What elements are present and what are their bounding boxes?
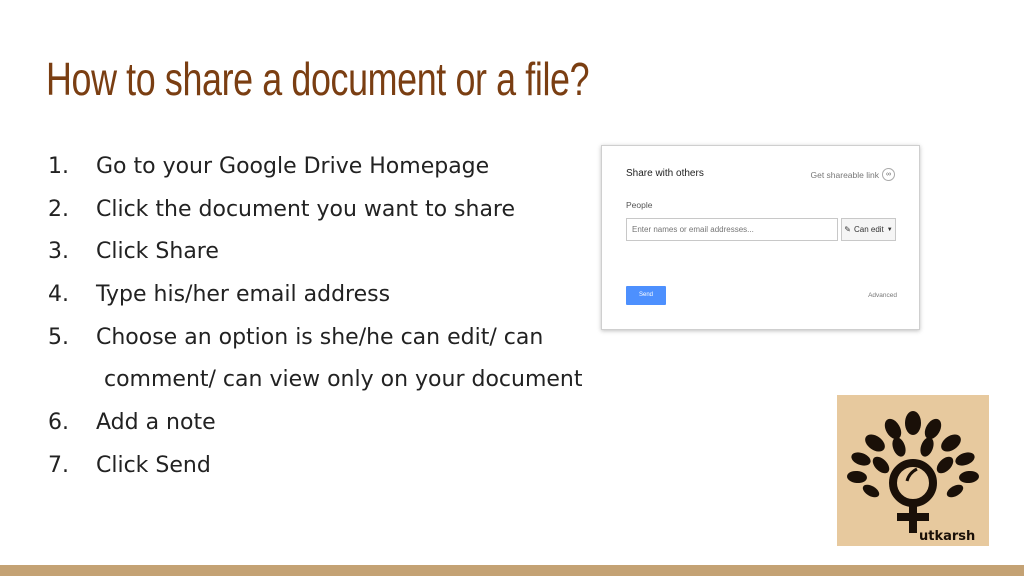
caret-down-icon: ▼ xyxy=(886,226,893,233)
permission-label: Can edit xyxy=(853,225,884,234)
share-dialog-screenshot: Share with others Get shareable link ∞ P… xyxy=(601,145,920,330)
people-label: People xyxy=(626,200,653,210)
advanced-link[interactable]: Advanced xyxy=(868,292,897,299)
shareable-link-button[interactable]: Get shareable link ∞ xyxy=(810,168,895,181)
list-item: 5. Choose an option is she/he can edit/ c… xyxy=(48,317,628,360)
step-text-continuation: comment/ can view only on your document xyxy=(104,367,583,393)
list-item-continuation: comment/ can view only on your document xyxy=(48,359,628,402)
list-item: 6. Add a note xyxy=(48,402,628,445)
pencil-icon: ✎ xyxy=(844,225,851,234)
footer-bar xyxy=(0,565,1024,576)
step-number: 3. xyxy=(48,239,69,265)
list-item: 7. Click Send xyxy=(48,445,628,488)
list-item: 2. Click the document you want to share xyxy=(48,189,628,232)
permission-dropdown[interactable]: ✎ Can edit ▼ xyxy=(841,218,896,241)
shareable-link-label: Get shareable link xyxy=(810,169,879,180)
step-text: Go to your Google Drive Homepage xyxy=(96,154,490,179)
step-text: Click Share xyxy=(96,239,219,265)
slide-title: How to share a document or a file? xyxy=(46,53,590,105)
logo-text: utkarsh xyxy=(919,529,975,544)
link-icon: ∞ xyxy=(882,168,895,181)
step-number: 7. xyxy=(48,452,69,478)
step-text: Click the document you want to share xyxy=(96,196,516,222)
step-number: 4. xyxy=(48,282,69,308)
send-button[interactable]: Send xyxy=(626,286,666,305)
step-text: Click Send xyxy=(96,452,211,478)
step-number: 1. xyxy=(48,154,69,179)
step-number: 5. xyxy=(48,324,69,350)
list-item: 3. Click Share xyxy=(48,231,628,274)
tree-female-symbol-logo-icon: utkarsh xyxy=(847,411,979,544)
list-item: 4. Type his/her email address xyxy=(48,274,628,317)
step-number: 2. xyxy=(48,196,69,222)
step-text: Add a note xyxy=(96,410,216,436)
step-number: 6. xyxy=(48,410,69,436)
people-input[interactable] xyxy=(626,218,838,241)
step-text: Choose an option is she/he can edit/ can xyxy=(96,324,544,350)
list-item: 1. Go to your Google Drive Homepage xyxy=(48,146,628,189)
step-text: Type his/her email address xyxy=(96,282,391,308)
steps-list: 1. Go to your Google Drive Homepage 2. Cli… xyxy=(48,146,628,488)
dialog-title: Share with others xyxy=(626,168,704,179)
utkarsh-logo: utkarsh xyxy=(837,395,989,546)
